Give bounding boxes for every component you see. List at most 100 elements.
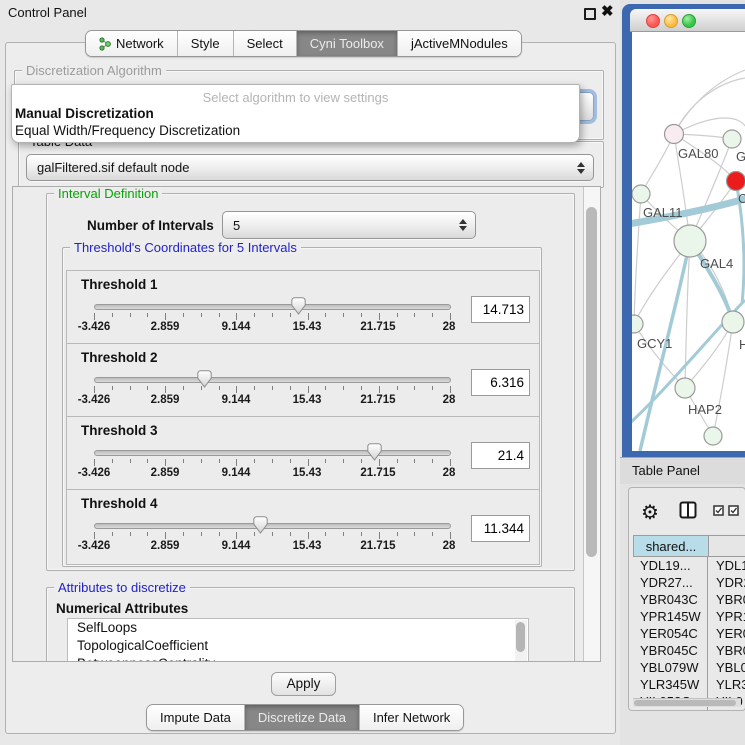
- threshold-value-field[interactable]: [471, 515, 530, 542]
- table-row[interactable]: YDL19...YDL1: [633, 557, 745, 574]
- tab-style[interactable]: Style: [177, 31, 233, 56]
- number-of-intervals-combo[interactable]: 5: [222, 211, 476, 239]
- algorithm-dropdown-popup: Select algorithm to view settings Manual…: [11, 84, 580, 143]
- threshold-label: Threshold 2: [81, 350, 158, 365]
- node-bottom[interactable]: [704, 427, 722, 445]
- table-row[interactable]: YPR145WYPR1: [633, 608, 745, 625]
- threshold-value-field[interactable]: [471, 296, 530, 323]
- table-row[interactable]: YBL079WYBL0: [633, 659, 745, 676]
- slider-ticks: [94, 459, 450, 467]
- attributes-group: Attributes to discretize Numerical Attri…: [46, 587, 575, 662]
- column-header-shared-name[interactable]: shared...: [633, 535, 709, 557]
- slider-track[interactable]: [94, 450, 451, 456]
- table-cell[interactable]: YLR345W: [633, 676, 708, 693]
- tab-network[interactable]: Network: [86, 31, 177, 56]
- tab-label: jActiveMNodules: [411, 31, 508, 56]
- combo-arrows-icon: [573, 162, 589, 174]
- node-label: GCY1: [637, 336, 672, 351]
- node-h[interactable]: [722, 311, 744, 333]
- panel-title: Control Panel: [8, 5, 87, 20]
- tab-infer-network[interactable]: Infer Network: [359, 705, 463, 730]
- node-label: GAL4: [700, 256, 733, 271]
- threshold-value-field[interactable]: [471, 442, 530, 469]
- threshold-row: Threshold 2 -3.4262.8599.14415.4321.7152…: [66, 343, 540, 419]
- gear-icon[interactable]: ⚙: [641, 500, 659, 525]
- table-panel: ⚙ shared... na YDL19...YDL1 YDR27...YDR2…: [628, 487, 745, 711]
- slider-tick-labels: -3.4262.8599.14415.4321.71528: [94, 394, 449, 406]
- node-hap2[interactable]: [675, 378, 695, 398]
- table-row[interactable]: YBR045CYBR0: [633, 642, 745, 659]
- table-cell[interactable]: YBR0: [708, 642, 745, 659]
- tick-label: 28: [443, 540, 456, 552]
- tab-label: Style: [191, 31, 220, 56]
- table-cell[interactable]: YPR145W: [633, 608, 708, 625]
- table-cell[interactable]: YBL079W: [633, 659, 708, 676]
- list-scrollbar[interactable]: [515, 620, 527, 662]
- table-cell[interactable]: YDL1: [708, 557, 745, 574]
- table-cell[interactable]: YER054C: [633, 625, 708, 642]
- close-icon[interactable]: ✖: [601, 2, 614, 20]
- select-none-checkbox-icon[interactable]: [728, 505, 739, 516]
- table-row[interactable]: YDR27...YDR2: [633, 574, 745, 591]
- table-horizontal-scrollbar[interactable]: [633, 698, 741, 707]
- table-cell[interactable]: YBR043C: [633, 591, 708, 608]
- table-cell[interactable]: YBL0: [708, 659, 745, 676]
- table-cell[interactable]: YPR1: [708, 608, 745, 625]
- tab-discretize-data[interactable]: Discretize Data: [244, 705, 359, 730]
- tab-jactivemnodules[interactable]: jActiveMNodules: [397, 31, 521, 56]
- list-item[interactable]: BetweennessCentrality: [68, 655, 528, 662]
- table-row[interactable]: YLR345WYLR3: [633, 676, 745, 693]
- tick-label: -3.426: [78, 394, 111, 406]
- table-cell[interactable]: YLR3: [708, 676, 745, 693]
- apply-button[interactable]: Apply: [271, 672, 336, 696]
- threshold-value-field[interactable]: [471, 369, 530, 396]
- node-gcy1[interactable]: [632, 315, 643, 333]
- tick-label: 28: [443, 394, 456, 406]
- table-row[interactable]: YER054CYER0: [633, 625, 745, 642]
- group-title: Attributes to discretize: [54, 580, 190, 595]
- network-window-titlebar[interactable]: [630, 9, 745, 32]
- float-window-icon[interactable]: [584, 8, 596, 20]
- list-item[interactable]: TopologicalCoefficient: [68, 637, 528, 655]
- table-row[interactable]: YBR043CYBR0: [633, 591, 745, 608]
- zoom-traffic-light-icon[interactable]: [682, 14, 696, 28]
- tick-label: 2.859: [151, 394, 180, 406]
- list-item[interactable]: SelfLoops: [68, 619, 528, 637]
- node-gal80[interactable]: [665, 125, 684, 144]
- list-scrollbar-thumb[interactable]: [516, 622, 525, 652]
- column-layout-icon[interactable]: [679, 501, 697, 519]
- combo-arrows-icon: [455, 219, 471, 231]
- table-cell[interactable]: YER0: [708, 625, 745, 642]
- tick-label: -3.426: [78, 540, 111, 552]
- select-all-checkbox-icon[interactable]: [713, 505, 724, 516]
- column-header-name[interactable]: na: [709, 535, 745, 557]
- table-cell[interactable]: YDL19...: [633, 557, 708, 574]
- tick-label: 28: [443, 467, 456, 479]
- menu-item-manual-discretization[interactable]: Manual Discretization: [15, 106, 154, 121]
- slider-track[interactable]: [94, 304, 451, 310]
- node-gal11[interactable]: [632, 185, 650, 203]
- slider-track[interactable]: [94, 377, 451, 383]
- table-cell[interactable]: YBR0: [708, 591, 745, 608]
- settings-scrollbar[interactable]: [583, 187, 600, 661]
- close-traffic-light-icon[interactable]: [646, 14, 660, 28]
- tab-select[interactable]: Select: [233, 31, 296, 56]
- node-red-selected[interactable]: [727, 172, 745, 191]
- table-cell[interactable]: YDR27...: [633, 574, 708, 591]
- table-cell[interactable]: YBR045C: [633, 642, 708, 659]
- tab-impute-data[interactable]: Impute Data: [147, 705, 244, 730]
- slider-track[interactable]: [94, 523, 451, 529]
- network-canvas[interactable]: GAL80 G. C GAL11 GAL4 GCY1 H HAP2: [632, 32, 745, 451]
- menu-item-equal-width-frequency[interactable]: Equal Width/Frequency Discretization: [15, 123, 240, 138]
- settings-scrollbar-thumb[interactable]: [586, 207, 597, 557]
- minimize-traffic-light-icon[interactable]: [664, 14, 678, 28]
- table-horizontal-scrollbar-thumb[interactable]: [634, 700, 736, 706]
- node-top-right[interactable]: [723, 130, 741, 148]
- table-cell[interactable]: YDR2: [708, 574, 745, 591]
- table-data-combo[interactable]: galFiltered.sif default node: [26, 154, 594, 181]
- tab-cyni-toolbox[interactable]: Cyni Toolbox: [296, 31, 397, 56]
- node-gal4[interactable]: [674, 225, 706, 257]
- tick-label: 21.715: [360, 540, 395, 552]
- threshold-row: Threshold 3 -3.4262.8599.14415.4321.7152…: [66, 416, 540, 492]
- slider-tick-labels: -3.4262.8599.14415.4321.71528: [94, 540, 449, 552]
